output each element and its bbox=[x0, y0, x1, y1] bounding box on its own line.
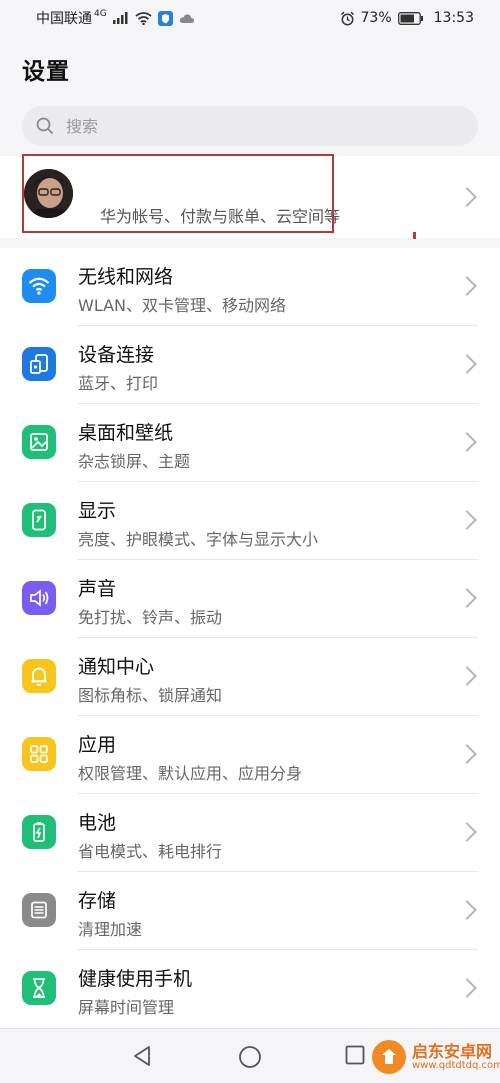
display-icon bbox=[22, 503, 56, 537]
row-subtitle: 杂志锁屏、主题 bbox=[78, 452, 191, 471]
settings-row-sound[interactable]: 声音 免打扰、铃声、振动 bbox=[0, 560, 500, 638]
battery-icon bbox=[22, 815, 56, 849]
chevron-right-icon bbox=[457, 744, 477, 764]
chevron-right-icon bbox=[457, 822, 477, 842]
bell-icon bbox=[22, 659, 56, 693]
shield-app-icon bbox=[157, 10, 173, 26]
wallpaper-icon bbox=[22, 425, 56, 459]
watermark-title: 启东安卓网 bbox=[412, 1041, 493, 1061]
settings-row-display[interactable]: 显示 亮度、护眼模式、字体与显示大小 bbox=[0, 482, 500, 560]
row-subtitle: 屏幕时间管理 bbox=[78, 998, 175, 1017]
row-title: 设备连接 bbox=[78, 344, 155, 366]
account-subtitle: 华为帐号、付款与账单、云空间等 bbox=[100, 207, 341, 226]
network-type: 4G bbox=[94, 9, 107, 19]
row-subtitle: 省电模式、耗电排行 bbox=[78, 842, 223, 861]
row-subtitle: 蓝牙、打印 bbox=[78, 374, 159, 393]
settings-row-wallpaper[interactable]: 桌面和壁纸 杂志锁屏、主题 bbox=[0, 404, 500, 482]
page-title: 设置 bbox=[22, 59, 70, 85]
clock-time: 13:53 bbox=[433, 10, 474, 26]
row-subtitle: 清理加速 bbox=[78, 920, 143, 939]
recents-icon[interactable] bbox=[345, 1045, 365, 1069]
settings-row-device-connection[interactable]: 设备连接 蓝牙、打印 bbox=[0, 326, 500, 404]
row-subtitle: WLAN、双卡管理、移动网络 bbox=[78, 296, 287, 315]
hourglass-icon bbox=[22, 971, 56, 1005]
settings-list: 无线和网络 WLAN、双卡管理、移动网络 设备连接 蓝牙、打印 桌面和壁纸 杂志… bbox=[0, 248, 500, 1028]
signal-icon bbox=[112, 12, 129, 24]
settings-row-digital-balance[interactable]: 健康使用手机 屏幕时间管理 bbox=[0, 950, 500, 1028]
watermark-logo-icon bbox=[372, 1040, 406, 1074]
chevron-right-icon bbox=[457, 666, 477, 686]
row-title: 声音 bbox=[78, 578, 117, 600]
row-title: 通知中心 bbox=[78, 656, 155, 678]
carrier-label: 中国联通 bbox=[36, 11, 92, 27]
avatar[interactable] bbox=[24, 169, 73, 218]
settings-row-apps[interactable]: 应用 权限管理、默认应用、应用分身 bbox=[0, 716, 500, 794]
wifi-icon bbox=[22, 269, 56, 303]
chevron-right-icon bbox=[457, 276, 477, 296]
status-right: 73% 13:53 bbox=[340, 10, 474, 26]
row-title: 健康使用手机 bbox=[78, 968, 193, 990]
watermark-text: 启东安卓网 www.qdtdtdq.com bbox=[412, 1043, 500, 1072]
row-title: 电池 bbox=[78, 812, 117, 834]
back-icon[interactable] bbox=[132, 1045, 152, 1071]
chevron-right-icon bbox=[457, 354, 477, 374]
storage-icon bbox=[22, 893, 56, 927]
wifi-status-icon bbox=[135, 11, 152, 25]
apps-icon bbox=[22, 737, 56, 771]
settings-screen: 中国联通 4G 73% 13:53 设置 搜索 华为帐号、付款与账单、云空间等 … bbox=[0, 0, 500, 1083]
watermark: 启东安卓网 www.qdtdtdq.com bbox=[372, 1040, 500, 1074]
chevron-right-icon bbox=[457, 588, 477, 608]
cloud-icon bbox=[179, 13, 195, 24]
row-subtitle: 亮度、护眼模式、字体与显示大小 bbox=[78, 530, 319, 549]
watermark-url: www.qdtdtdq.com bbox=[412, 1060, 500, 1072]
red-mark bbox=[413, 232, 416, 239]
search-input[interactable] bbox=[64, 115, 448, 137]
settings-row-wireless[interactable]: 无线和网络 WLAN、双卡管理、移动网络 bbox=[0, 248, 500, 326]
battery-percent: 73% bbox=[360, 10, 392, 26]
row-title: 无线和网络 bbox=[78, 266, 174, 288]
battery-status-icon bbox=[397, 11, 424, 25]
search-bar[interactable] bbox=[22, 106, 478, 146]
settings-row-storage[interactable]: 存储 清理加速 bbox=[0, 872, 500, 950]
chevron-right-icon bbox=[457, 978, 477, 998]
status-left: 中国联通 4G bbox=[36, 8, 195, 28]
alarm-icon bbox=[340, 11, 355, 26]
sound-icon bbox=[22, 581, 56, 615]
row-title: 显示 bbox=[78, 500, 117, 522]
status-bar: 中国联通 4G 73% 13:53 bbox=[0, 0, 500, 36]
chevron-right-icon bbox=[457, 900, 477, 920]
row-title: 桌面和壁纸 bbox=[78, 422, 174, 444]
home-icon[interactable] bbox=[238, 1045, 262, 1073]
device-connect-icon bbox=[22, 347, 56, 381]
row-title: 存储 bbox=[78, 890, 117, 912]
row-subtitle: 图标角标、锁屏通知 bbox=[78, 686, 223, 705]
chevron-right-icon bbox=[457, 432, 477, 452]
search-icon bbox=[36, 117, 54, 135]
row-subtitle: 免打扰、铃声、振动 bbox=[78, 608, 223, 627]
account-chevron-icon bbox=[457, 187, 477, 207]
row-title: 应用 bbox=[78, 734, 117, 756]
settings-row-battery[interactable]: 电池 省电模式、耗电排行 bbox=[0, 794, 500, 872]
settings-row-notifications[interactable]: 通知中心 图标角标、锁屏通知 bbox=[0, 638, 500, 716]
chevron-right-icon bbox=[457, 510, 477, 530]
row-subtitle: 权限管理、默认应用、应用分身 bbox=[78, 764, 303, 783]
